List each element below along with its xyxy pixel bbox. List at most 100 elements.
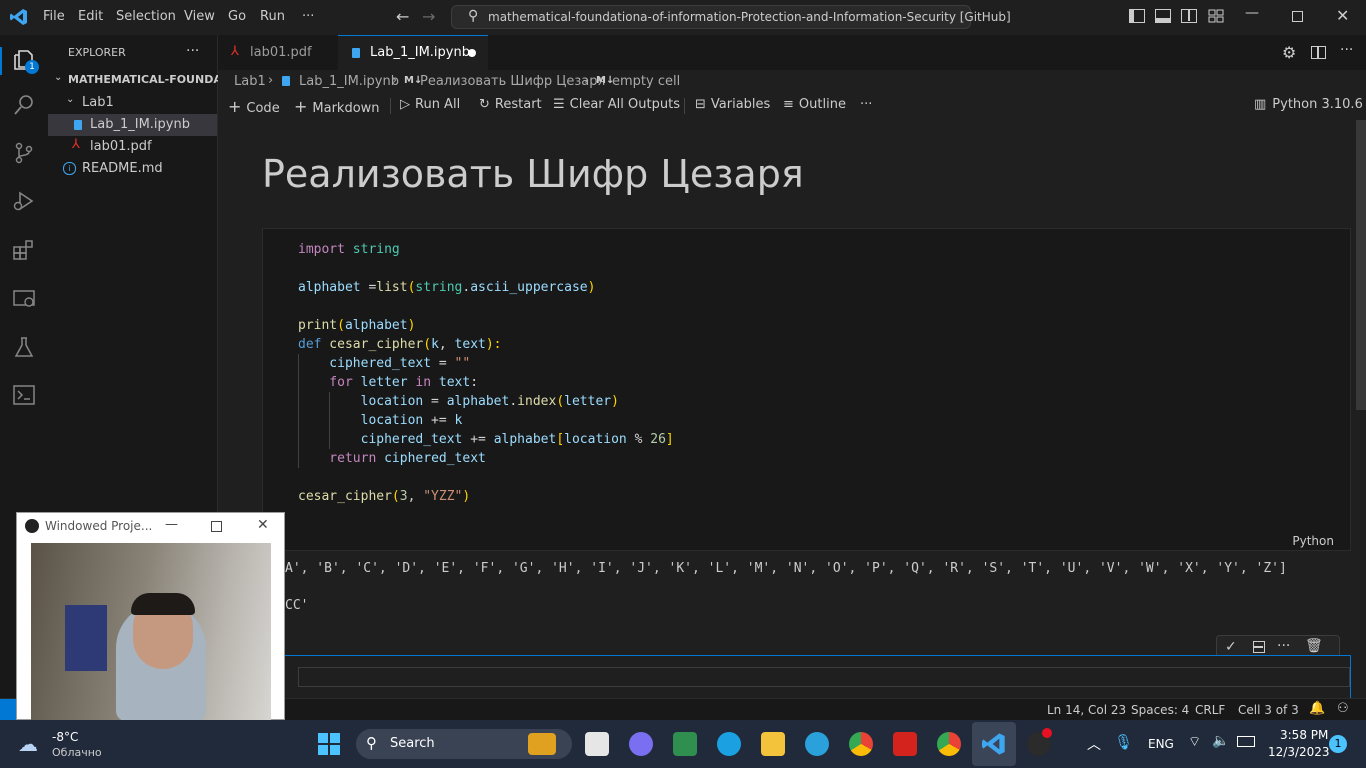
taskbar-search[interactable]: ⚲ Search [356,729,572,759]
run-all-button[interactable]: ▷ Run All [400,97,460,112]
variables-button[interactable]: ⊟ Variables [695,97,770,112]
file-lab01-pdf[interactable]: ⅄ lab01.pdf [48,136,217,158]
more-actions-icon[interactable]: ··· [1340,42,1353,58]
toggle-secondary-sidebar-icon[interactable] [1181,9,1197,23]
bell-icon[interactable]: 🔔 [1309,701,1325,716]
code-line-9: ciphered_text += alphabet[location % 26] [298,432,674,447]
cell-status[interactable]: Cell 3 of 3 [1238,703,1299,717]
workspace-root[interactable]: ⌄ MATHEMATICAL-FOUNDA... [48,70,235,92]
clock-date[interactable]: 12/3/2023 [1268,745,1330,759]
microphone-icon[interactable]: 🎙 [1114,733,1133,751]
notification-badge[interactable]: 1 [1329,735,1347,753]
webcam-projector-window[interactable]: Windowed Proje... — ✕ [16,512,285,721]
clear-outputs-label: Clear All Outputs [569,97,680,112]
file-explorer-icon[interactable] [761,732,785,756]
testing-icon[interactable] [12,335,36,359]
meet-icon[interactable] [673,732,697,756]
file-lab-1-im-ipynb[interactable]: Lab_1_IM.ipynb [48,114,217,136]
volume-icon[interactable]: 🔈 [1212,733,1229,749]
menu-view[interactable]: View [184,9,215,24]
add-markdown-button[interactable]: + Markdown [294,97,380,116]
teams-chat-icon[interactable] [629,732,653,756]
pdf-icon: ⅄ [231,44,239,59]
telegram-icon[interactable] [805,732,829,756]
task-view-icon[interactable] [585,732,609,756]
terminal-icon[interactable] [12,383,36,407]
split-cell-icon[interactable] [1253,641,1265,653]
clear-outputs-button[interactable]: ☰ Clear All Outputs [553,97,680,112]
windows-start-icon[interactable] [317,732,341,756]
extensions-icon[interactable] [12,238,36,262]
more-icon[interactable]: ··· [1277,638,1290,654]
toolbar-divider [390,98,391,114]
weather-temp[interactable]: -8°C [52,730,78,744]
tab-lab01-pdf[interactable]: ⅄ lab01.pdf [218,35,339,70]
menu-more[interactable]: ··· [302,9,314,24]
menu-go[interactable]: Go [228,9,246,24]
editor-scrollbar[interactable] [1356,120,1366,410]
check-icon[interactable]: ✓ [1225,639,1237,655]
toggle-panel-icon[interactable] [1155,9,1171,23]
breadcrumb-notebook[interactable]: Lab_1_IM.ipynb [299,74,399,89]
language-indicator[interactable]: ENG [1148,737,1174,751]
cursor-position[interactable]: Ln 14, Col 23 [1047,703,1126,717]
trash-icon[interactable]: 🗑 [1305,638,1323,654]
close-icon[interactable]: ✕ [257,517,269,533]
explorer-more-button[interactable]: ··· [186,43,199,59]
menu-selection[interactable]: Selection [116,9,176,24]
feedback-icon[interactable]: ⚇ [1337,701,1349,716]
forward-arrow-icon[interactable]: → [422,7,435,26]
folder-lab1[interactable]: ⌄ Lab1 [48,92,217,114]
skype-icon[interactable] [717,732,741,756]
remote-explorer-icon[interactable] [12,287,36,311]
add-code-button[interactable]: + Code [228,97,280,116]
toggle-primary-sidebar-icon[interactable] [1129,9,1145,23]
cell-editor[interactable] [298,667,1350,687]
run-debug-icon[interactable] [12,189,36,213]
breadcrumb-empty-cell[interactable]: empty cell [612,74,680,89]
chevron-up-icon[interactable]: ︿ [1087,734,1101,754]
vscode-taskbar-button[interactable] [972,722,1016,766]
toolbar-more-button[interactable]: ··· [860,97,872,112]
file-readme-md[interactable]: i README.md [48,158,217,180]
chrome-icon[interactable] [849,732,873,756]
breadcrumb-lab1[interactable]: Lab1 [234,74,266,89]
command-center[interactable]: ⚲ mathematical-foundationa-of-informatio… [451,5,1011,29]
battery-icon[interactable] [1237,736,1255,747]
minimize-icon[interactable]: — [1245,5,1259,21]
breadcrumb-heading[interactable]: Реализовать Шифр Цезаря [420,74,605,89]
menu-run[interactable]: Run [260,9,285,24]
maximize-icon[interactable] [211,521,222,532]
outline-button[interactable]: ≡ Outline [783,97,846,112]
gear-icon[interactable]: ⚙ [1282,43,1296,62]
restore-icon[interactable] [1292,11,1303,22]
chrome-profile-icon[interactable] [937,732,961,756]
clock-time[interactable]: 3:58 PM [1280,728,1328,742]
cell-language-label[interactable]: Python [1292,534,1334,548]
search-icon: ⚲ [366,734,377,752]
kernel-picker[interactable]: ▥ Python 3.10.6 [1254,97,1363,112]
back-arrow-icon[interactable]: ← [396,7,409,26]
menu-edit[interactable]: Edit [78,9,103,24]
empty-markdown-cell[interactable] [262,655,1351,698]
eol-status[interactable]: CRLF [1195,703,1225,717]
acrobat-icon[interactable] [893,732,917,756]
wifi-icon[interactable]: ⌔ [1188,733,1201,751]
unsaved-dot-icon[interactable] [468,49,476,57]
split-editor-icon[interactable] [1311,46,1326,59]
cell-output-1: A', 'B', 'C', 'D', 'E', 'F', 'G', 'H', '… [285,561,1287,576]
obs-icon [25,519,39,533]
tab-lab-1-im-ipynb[interactable]: Lab_1_IM.ipynb [338,35,488,70]
restart-button[interactable]: ↻ Restart [479,97,542,112]
search-icon[interactable] [12,93,36,117]
code-cell[interactable]: import string alphabet =list(string.asci… [262,228,1351,551]
indentation-status[interactable]: Spaces: 4 [1131,703,1189,717]
source-control-icon[interactable] [12,141,36,165]
close-icon[interactable]: ✕ [1336,6,1349,25]
explorer-icon[interactable]: 1 [12,48,39,74]
menu-file[interactable]: File [43,9,65,24]
customize-layout-icon[interactable] [1208,9,1224,23]
minimize-icon[interactable]: — [165,517,178,532]
kernel-label: Python 3.10.6 [1272,97,1363,112]
code-line-10: return ciphered_text [298,451,486,466]
